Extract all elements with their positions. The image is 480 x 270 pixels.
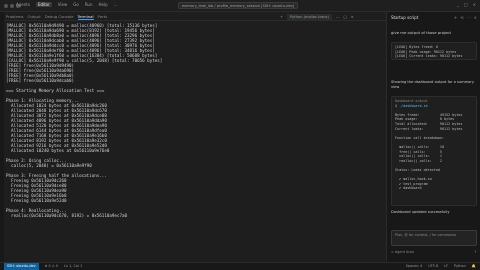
title-bar: Agents Editor View Go Run Help... memory_leak… <box>0 0 480 12</box>
panel-tab[interactable]: Ports <box>98 13 108 20</box>
terminal-line: realloc(0x56110a9dc670, 8192) = 0x56110a… <box>6 213 128 218</box>
chat-header-icon[interactable]: ⟲ <box>460 15 463 20</box>
window-dot[interactable] <box>10 4 14 8</box>
chat-header-icon[interactable]: + <box>454 15 457 20</box>
chat-controls: ∞ Agent Auto ↑ <box>391 250 477 254</box>
code-line: Current leaks: 90112 bytes <box>395 126 463 131</box>
activity-strip <box>0 12 4 262</box>
status-item[interactable]: UTF-8 <box>428 263 438 270</box>
chat-header-icon[interactable]: × <box>474 15 477 20</box>
terminal-tool[interactable]: □ <box>343 14 346 20</box>
send-icon[interactable]: ↑ <box>474 250 477 254</box>
status-item[interactable]: LF <box>444 263 448 270</box>
chat-header-icons: + ⟲ ⋯ × <box>454 15 477 20</box>
menu-item[interactable]: ... <box>114 2 118 7</box>
menu-item[interactable]: Help <box>99 2 108 7</box>
terminal-output[interactable]: [MALLOC] 0x56110a9d9490 = malloc(40960) … <box>6 23 384 261</box>
terminal-tool[interactable]: + <box>280 14 283 20</box>
window-button[interactable]: × <box>473 2 476 7</box>
status-item[interactable]: Spaces: 4 <box>406 263 422 270</box>
terminal-tool[interactable]: Python (malloc-trace) <box>287 14 332 20</box>
panel-tab[interactable]: Terminal <box>77 13 94 20</box>
menu-bar: Agents Editor View Go Run Help... <box>16 2 117 7</box>
code-line: [LEAK] Current leaks: 90112 bytes <box>395 54 463 59</box>
panel-tab[interactable]: Debug Console <box>45 13 74 20</box>
command-center[interactable]: memory_leak_lab / profile_memory_session… <box>178 2 298 9</box>
chat-header-icon[interactable]: ⋯ <box>467 15 471 20</box>
assistant-status-text: Dashboard updated successfully <box>391 210 450 214</box>
remote-indicator[interactable]: SSH: ubuntu-dev <box>4 263 39 270</box>
menu-item[interactable]: Editor <box>35 2 52 7</box>
status-item[interactable]: Python <box>454 263 466 270</box>
chat-title: Startup script <box>391 15 419 20</box>
code-block-dashboard: Dashboard output $ ./dashboard.sh Bytes f… <box>391 96 477 206</box>
agent-mode-selector[interactable]: ∞ Agent Auto <box>391 250 414 254</box>
menu-item[interactable]: Go <box>73 2 79 7</box>
assistant-text: Showing the dashboard output for a summa… <box>391 80 474 89</box>
terminal-toolbar: + Python (malloc-trace)... □ × <box>280 14 354 20</box>
window-button[interactable]: □ <box>464 2 468 7</box>
chat-input[interactable]: Plan, @ for context, / for commands <box>391 230 477 246</box>
menu-item[interactable]: Agents <box>16 2 30 7</box>
chat-panel: Startup script + ⟲ ⋯ × give me output of th… <box>386 12 480 262</box>
status-item[interactable]: 🔔 <box>472 263 476 270</box>
code-block-leak-summary: [LEAK] Bytes freed: 0 [LEAK] Peak usage: … <box>391 42 477 60</box>
status-item[interactable]: Ln 1, Col 1 <box>64 263 82 270</box>
status-bar: SSH: ubuntu-dev ⊗ 0 ⚠ 0 Ln 1, Col 1 Space… <box>0 262 480 270</box>
panel-tab[interactable]: Problems <box>6 13 24 20</box>
menu-item[interactable]: Run <box>85 2 93 7</box>
terminal-tool[interactable]: ... <box>336 14 339 20</box>
window-button[interactable]: _ <box>457 2 459 7</box>
panel-tab[interactable]: Output <box>28 13 41 20</box>
terminal-tool[interactable]: × <box>351 14 354 20</box>
user-message: give me output of those project <box>391 30 452 35</box>
window-controls: _ □ × <box>457 2 476 7</box>
window-dot[interactable] <box>4 4 8 8</box>
code-line: ✔ dashboard <box>395 186 422 191</box>
menu-item[interactable]: View <box>58 2 68 7</box>
status-item[interactable]: ⊗ 0 ⚠ 0 <box>45 263 58 270</box>
code-line: Total allocated: 90112 bytes <box>395 121 463 126</box>
